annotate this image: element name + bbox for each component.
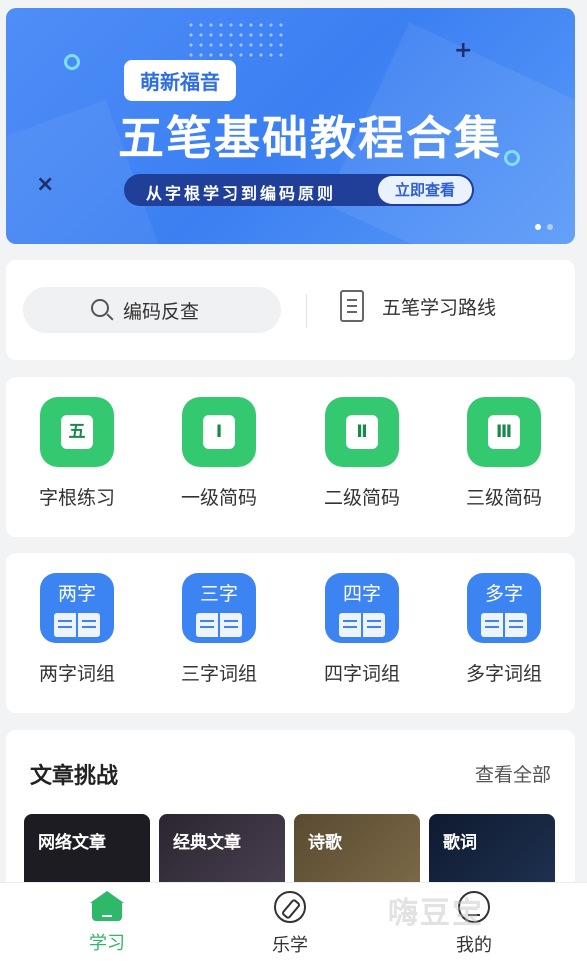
code-lookup-search[interactable]: 编码反查: [23, 287, 281, 333]
tab-fun-learn[interactable]: 乐学: [230, 891, 350, 957]
grid-item-level1[interactable]: Ⅰ 一级简码: [148, 397, 290, 510]
grid-item-four-char[interactable]: 四字 四字词组: [291, 573, 433, 686]
book-icon: 三字: [182, 573, 256, 643]
grid-item-label: 二级简码: [323, 487, 400, 509]
grid-item-label: 一级简码: [180, 487, 257, 509]
tools-card: 编码反查 五笔学习路线: [6, 260, 575, 360]
tab-study[interactable]: 学习: [47, 891, 167, 955]
banner-headline: 五笔基础教程合集: [118, 111, 502, 165]
code-lookup-label: 编码反查: [123, 300, 200, 323]
banner-dot-pattern: [186, 20, 286, 60]
radical-practice-icon: 五: [40, 397, 114, 467]
book-icon: 两字: [40, 573, 114, 643]
article-tile-classic[interactable]: 经典文章: [159, 814, 285, 890]
search-icon: [91, 299, 109, 317]
grid-item-label: 字根练习: [38, 487, 115, 509]
tile-label: 诗歌: [308, 833, 342, 853]
bottom-tab-bar: 学习 乐学 我的: [0, 882, 587, 961]
article-challenge-section: 文章挑战 查看全部 网络文章 经典文章 诗歌 歌词: [6, 730, 575, 890]
grid-item-label: 三字词组: [180, 663, 257, 685]
grid-item-label: 四字词组: [323, 663, 400, 685]
banner-subtitle: 从字根学习到编码原则: [146, 184, 337, 203]
tile-label: 网络文章: [38, 833, 106, 853]
level-three-code-icon: Ⅲ: [467, 397, 541, 467]
banner-tag: 萌新福音: [124, 60, 236, 101]
cross-decoration-icon: +: [454, 38, 473, 63]
grid-item-radicals[interactable]: 五 字根练习: [6, 397, 148, 510]
grid-item-label: 多字词组: [465, 663, 542, 685]
learning-route-button[interactable]: 五笔学习路线: [340, 290, 496, 322]
level-one-code-icon: Ⅰ: [182, 397, 256, 467]
book-icon: 四字: [325, 573, 399, 643]
pager-dot-active: [535, 224, 541, 230]
banner-pager: [535, 224, 553, 230]
divider: [306, 294, 307, 328]
grid-item-level3[interactable]: Ⅲ 三级简码: [433, 397, 575, 510]
pager-dot: [547, 224, 553, 230]
section-title: 文章挑战: [30, 764, 119, 789]
article-tile-web[interactable]: 网络文章: [24, 814, 150, 890]
grid-item-level2[interactable]: Ⅱ 二级简码: [291, 397, 433, 510]
ring-decoration-icon: [504, 150, 520, 166]
grid-item-multi-char[interactable]: 多字 多字词组: [433, 573, 575, 686]
tab-label: 我的: [456, 935, 492, 956]
document-icon: [340, 290, 364, 322]
phrase-practice-grid: 两字 两字词组 三字 三字词组 四字 四字词组 多字 多字词组: [6, 553, 575, 713]
article-tile-poetry[interactable]: 诗歌: [294, 814, 420, 890]
learning-route-label: 五笔学习路线: [382, 296, 497, 319]
grid-item-three-char[interactable]: 三字 三字词组: [148, 573, 290, 686]
book-icon: 多字: [467, 573, 541, 643]
watermark: 嗨豆宝: [388, 896, 484, 931]
tab-label: 学习: [89, 933, 125, 954]
compass-icon: [274, 891, 306, 923]
level-practice-grid: 五 字根练习 Ⅰ 一级简码 Ⅱ 二级简码 Ⅲ 三级简码: [6, 377, 575, 537]
grid-item-label: 两字词组: [38, 663, 115, 685]
tab-label: 乐学: [272, 935, 308, 956]
level-two-code-icon: Ⅱ: [325, 397, 399, 467]
article-tile-lyrics[interactable]: 歌词: [429, 814, 555, 890]
tile-label: 歌词: [443, 833, 477, 853]
promo-banner[interactable]: + × 萌新福音 五笔基础教程合集 从字根学习到编码原则 立即查看: [6, 8, 575, 244]
view-all-link[interactable]: 查看全部: [475, 760, 551, 787]
banner-view-now-button[interactable]: 立即查看: [378, 176, 472, 204]
grid-item-label: 三级简码: [465, 487, 542, 509]
grid-item-two-char[interactable]: 两字 两字词组: [6, 573, 148, 686]
home-icon: [90, 891, 124, 921]
cross-decoration-icon: ×: [36, 172, 55, 197]
ring-decoration-icon: [64, 54, 80, 70]
tile-label: 经典文章: [173, 833, 241, 853]
